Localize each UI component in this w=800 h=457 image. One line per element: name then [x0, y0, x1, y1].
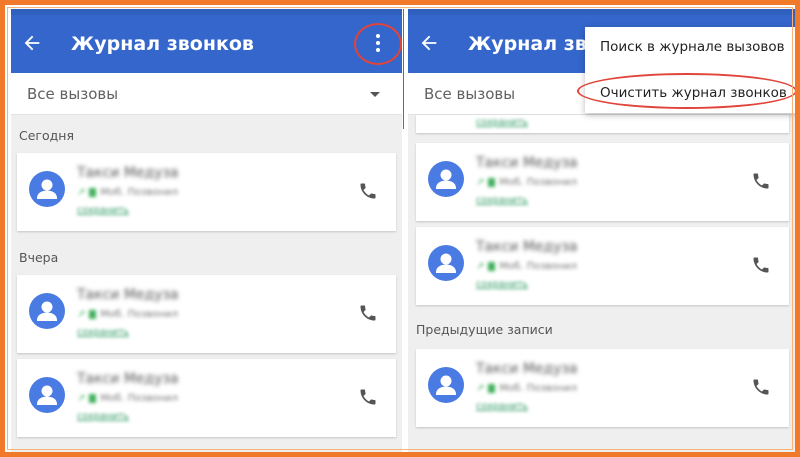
call-log-screen-left: Журнал звонков Все вызовы Сегодня Такси … [11, 9, 402, 452]
call-type: Моб. Позвонил [100, 393, 179, 404]
incoming-call-icon: ↗ [476, 261, 485, 272]
section-header-yesterday: Вчера [19, 250, 59, 265]
call-filter-dropdown[interactable]: Все вызовы [11, 73, 402, 115]
contact-name: Такси Медуза [77, 165, 179, 181]
call-details: ↗ Моб. Позвонил [476, 177, 577, 188]
incoming-call-icon: ↗ [77, 393, 86, 404]
sim-icon [89, 309, 97, 319]
person-icon [29, 171, 65, 207]
sim-icon [89, 187, 97, 197]
save-contact-link[interactable]: сохранить [476, 117, 528, 128]
contact-name: Такси Медуза [77, 287, 179, 303]
call-log-item[interactable]: Такси Медуза ↗ Моб. Позвонил сохранить [17, 275, 396, 353]
page-title: Журнал звонков [71, 33, 254, 55]
highlight-circle [354, 23, 402, 65]
incoming-call-icon: ↗ [476, 177, 485, 188]
call-details: ↗ Моб. Позвонил [77, 187, 178, 198]
call-details: ↗ Моб. Позвонил [476, 261, 577, 272]
incoming-call-icon: ↗ [476, 383, 485, 394]
sim-icon [89, 393, 97, 403]
call-details: ↗ Моб. Позвонил [476, 383, 577, 394]
arrow-back-icon[interactable] [21, 32, 43, 54]
call-details: ↗ Моб. Позвонил [77, 393, 178, 404]
phone-icon[interactable] [751, 255, 771, 275]
call-type: Моб. Позвонил [499, 177, 578, 188]
person-icon [29, 377, 65, 413]
phone-icon[interactable] [358, 181, 378, 201]
section-header-previous: Предыдущие записи [416, 322, 553, 337]
contact-name: Такси Медуза [476, 155, 578, 171]
save-contact-link[interactable]: сохранить [476, 279, 528, 290]
save-contact-link[interactable]: сохранить [77, 205, 129, 216]
person-icon [428, 161, 464, 197]
call-log-item[interactable]: Такси Медуза ↗ Моб. Позвонил сохранить [17, 359, 396, 437]
call-log-item[interactable]: Такси Медуза ↗ Моб. Позвонил сохранить [17, 153, 396, 231]
phone-icon[interactable] [358, 303, 378, 323]
menu-item-search-log[interactable]: Поиск в журнале вызовов [600, 39, 785, 55]
save-contact-link[interactable]: сохранить [476, 195, 528, 206]
call-log-item[interactable]: Такси Медуза ↗ Моб. Позвонил сохранить [416, 227, 789, 305]
person-icon [29, 293, 65, 329]
incoming-call-icon: ↗ [77, 309, 86, 320]
call-type: Моб. Позвонил [499, 261, 578, 272]
app-bar: Журнал звонков [11, 15, 402, 73]
highlight-oval [577, 73, 795, 109]
save-contact-link[interactable]: сохранить [77, 327, 129, 338]
sim-icon [488, 177, 496, 187]
call-type: Моб. Позвонил [100, 187, 179, 198]
save-contact-link[interactable]: сохранить [77, 411, 129, 422]
call-log-item[interactable]: Такси Медуза ↗ Моб. Позвонил сохранить [416, 349, 789, 427]
contact-name: Такси Медуза [476, 361, 578, 377]
arrow-back-icon[interactable] [418, 32, 440, 54]
phone-icon[interactable] [358, 387, 378, 407]
contact-name: Такси Медуза [77, 371, 179, 387]
incoming-call-icon: ↗ [77, 187, 86, 198]
save-contact-link[interactable]: сохранить [476, 401, 528, 412]
section-header-today: Сегодня [19, 128, 74, 143]
person-icon [428, 367, 464, 403]
person-icon [428, 245, 464, 281]
call-type: Моб. Позвонил [100, 309, 179, 320]
filter-label: Все вызовы [424, 85, 516, 103]
contact-name: Такси Медуза [476, 239, 578, 255]
sim-icon [488, 261, 496, 271]
filter-label: Все вызовы [27, 85, 119, 103]
call-log-item[interactable]: Такси Медуза ↗ Моб. Позвонил сохранить [416, 143, 789, 221]
call-log-item-partial[interactable]: сохранить [416, 115, 789, 133]
phone-icon[interactable] [751, 171, 771, 191]
sim-icon [488, 383, 496, 393]
caret-down-icon [370, 92, 380, 97]
call-type: Моб. Позвонил [499, 383, 578, 394]
phone-icon[interactable] [751, 377, 771, 397]
screenshot-frame: Журнал звонков Все вызовы Сегодня Такси … [0, 0, 800, 457]
call-details: ↗ Моб. Позвонил [77, 309, 178, 320]
